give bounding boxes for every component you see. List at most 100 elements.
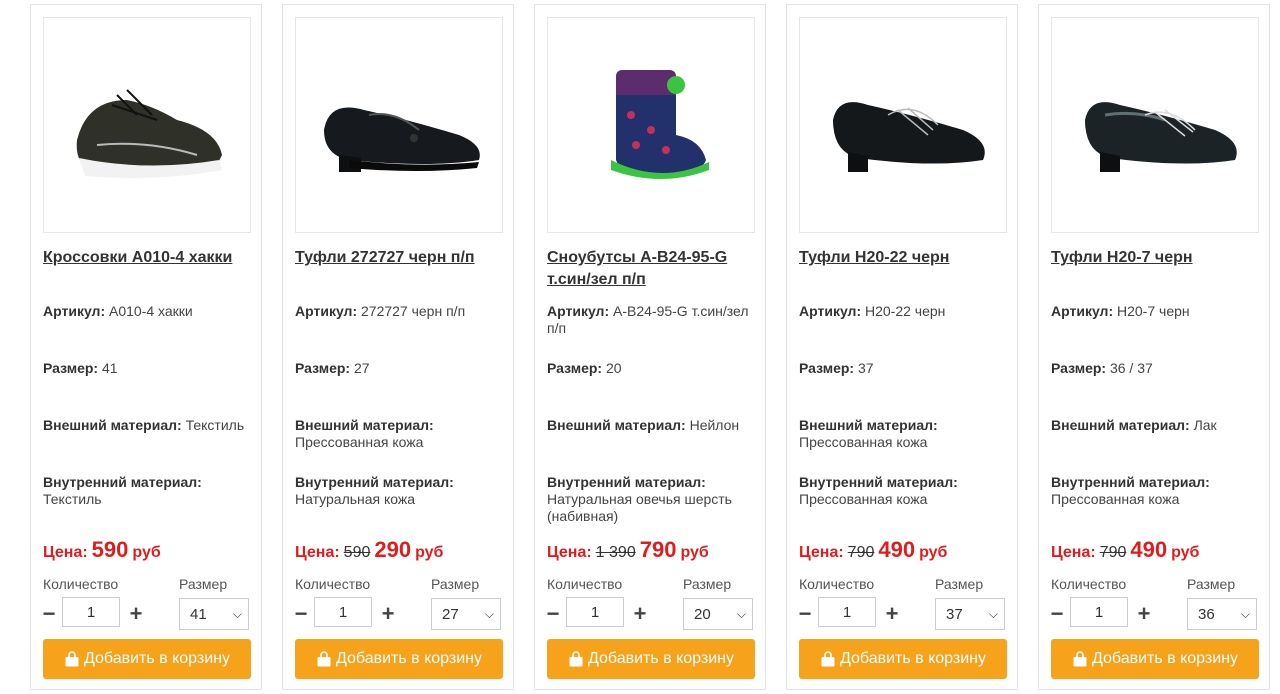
article-value: A010-4 хакки <box>109 303 193 319</box>
size-select-label: Размер <box>179 576 228 592</box>
add-to-cart-label: Добавить в корзину <box>83 650 230 667</box>
size-label: Размер: <box>799 360 855 376</box>
currency: руб <box>132 544 161 561</box>
size-select[interactable]: 20 ⌵ <box>683 598 753 630</box>
article-label: Артикул: <box>1051 303 1114 319</box>
add-to-cart-button[interactable]: Добавить в корзину <box>43 639 251 679</box>
outer-material-value: Лак <box>1193 417 1217 433</box>
inner-material-value: Натуральная овечья шерсть (набивная) <box>547 491 732 524</box>
article-line: Артикул: 272727 черн п/п <box>295 303 505 320</box>
decrease-quantity-button[interactable]: − <box>293 599 309 629</box>
inner-material-label: Внутренний материал: <box>1051 474 1210 490</box>
product-image[interactable] <box>1051 17 1259 233</box>
shoe-patent-laced-image <box>1085 102 1237 172</box>
outer-material-line: Внешний материал: Текстиль <box>43 417 253 434</box>
size-select[interactable]: 37 ⌵ <box>935 598 1005 630</box>
add-to-cart-label: Добавить в корзину <box>335 650 482 667</box>
size-select-value: 41 <box>190 605 207 623</box>
inner-material-label: Внутренний материал: <box>295 474 454 490</box>
article-value: H20-7 черн <box>1117 303 1190 319</box>
size-value: 36 / 37 <box>1109 360 1153 376</box>
old-price: 1 390 <box>595 544 636 561</box>
article-label: Артикул: <box>799 303 862 319</box>
product-image[interactable] <box>799 17 1007 233</box>
price-line: Цена: 590 290 руб <box>295 537 443 563</box>
current-price: 790 <box>639 537 677 562</box>
size-select-label: Размер <box>683 576 732 592</box>
size-value: 27 <box>353 360 370 376</box>
inner-material-value: Прессованная кожа <box>799 491 928 507</box>
shopping-bag-icon <box>65 651 79 667</box>
size-select[interactable]: 41 ⌵ <box>179 598 249 630</box>
inner-material-line: Внутренний материал: Натуральная овечья … <box>547 474 757 525</box>
increase-quantity-button[interactable]: + <box>127 599 145 629</box>
outer-material-line: Внешний материал: Прессованная кожа <box>799 417 1009 451</box>
outer-material-line: Внешний материал: Прессованная кожа <box>295 417 505 451</box>
quantity-input[interactable] <box>566 597 624 627</box>
increase-quantity-button[interactable]: + <box>1135 599 1153 629</box>
product-title[interactable]: Туфли 272727 черн п/п <box>295 247 505 269</box>
decrease-quantity-button[interactable]: − <box>41 599 57 629</box>
product-grid: Кроссовки A010-4 хакки Артикул: A010-4 х… <box>0 0 1280 694</box>
product-title[interactable]: Кроссовки A010-4 хакки <box>43 247 253 269</box>
outer-material-label: Внешний материал: <box>43 417 182 433</box>
inner-material-label: Внутренний материал: <box>43 474 202 490</box>
quantity-input[interactable] <box>62 597 120 627</box>
quantity-input[interactable] <box>1070 597 1128 627</box>
product-image[interactable] <box>295 17 503 233</box>
increase-quantity-button[interactable]: + <box>631 599 649 629</box>
size-line: Размер: 27 <box>295 360 505 377</box>
product-title[interactable]: Туфли H20-7 черн <box>1051 247 1261 269</box>
chevron-down-icon: ⌵ <box>736 606 746 621</box>
product-image[interactable] <box>43 17 251 233</box>
outer-material-label: Внешний материал: <box>295 417 434 433</box>
sneaker-khaki-image <box>76 89 222 178</box>
product-card-2: Туфли 272727 черн п/п Артикул: 272727 че… <box>282 4 514 690</box>
size-value: 41 <box>101 360 118 376</box>
size-select[interactable]: 27 ⌵ <box>431 598 501 630</box>
quantity-label: Количество <box>1051 576 1127 592</box>
add-to-cart-button[interactable]: Добавить в корзину <box>1051 639 1259 679</box>
add-to-cart-button[interactable]: Добавить в корзину <box>547 639 755 679</box>
decrease-quantity-button[interactable]: − <box>1049 599 1065 629</box>
quantity-label: Количество <box>799 576 875 592</box>
quantity-label: Количество <box>295 576 371 592</box>
add-to-cart-label: Добавить в корзину <box>587 650 734 667</box>
product-title[interactable]: Сноубутсы A-B24-95-G т.син/зел п/п <box>547 247 757 291</box>
currency: руб <box>919 544 948 561</box>
product-image[interactable] <box>547 17 755 233</box>
snowboot-kids-image <box>611 70 709 179</box>
outer-material-label: Внешний материал: <box>799 417 938 433</box>
increase-quantity-button[interactable]: + <box>379 599 397 629</box>
size-select[interactable]: 36 ⌵ <box>1187 598 1257 630</box>
chevron-down-icon: ⌵ <box>232 606 242 621</box>
size-select-label: Размер <box>935 576 984 592</box>
size-label: Размер: <box>295 360 351 376</box>
shopping-bag-icon <box>317 651 331 667</box>
article-label: Артикул: <box>547 303 610 319</box>
size-value: 37 <box>857 360 874 376</box>
quantity-input[interactable] <box>818 597 876 627</box>
decrease-quantity-button[interactable]: − <box>545 599 561 629</box>
article-line: Артикул: H20-7 черн <box>1051 303 1261 320</box>
decrease-quantity-button[interactable]: − <box>797 599 813 629</box>
old-price: 790 <box>847 544 875 561</box>
article-label: Артикул: <box>295 303 358 319</box>
inner-material-value: Текстиль <box>43 491 102 507</box>
add-to-cart-button[interactable]: Добавить в корзину <box>295 639 503 679</box>
current-price: 590 <box>91 537 129 562</box>
increase-quantity-button[interactable]: + <box>883 599 901 629</box>
article-line: Артикул: A-B24-95-G т.син/зел п/п <box>547 303 757 337</box>
size-select-value: 27 <box>442 605 459 623</box>
outer-material-label: Внешний материал: <box>547 417 686 433</box>
shopping-bag-icon <box>821 651 835 667</box>
currency: руб <box>680 544 709 561</box>
quantity-input[interactable] <box>314 597 372 627</box>
outer-material-value: Текстиль <box>185 417 245 433</box>
article-label: Артикул: <box>43 303 106 319</box>
add-to-cart-button[interactable]: Добавить в корзину <box>799 639 1007 679</box>
add-to-cart-label: Добавить в корзину <box>1091 650 1238 667</box>
inner-material-line: Внутренний материал: Прессованная кожа <box>799 474 1009 508</box>
price-line: Цена: 1 390 790 руб <box>547 537 709 563</box>
product-title[interactable]: Туфли H20-22 черн <box>799 247 1009 269</box>
